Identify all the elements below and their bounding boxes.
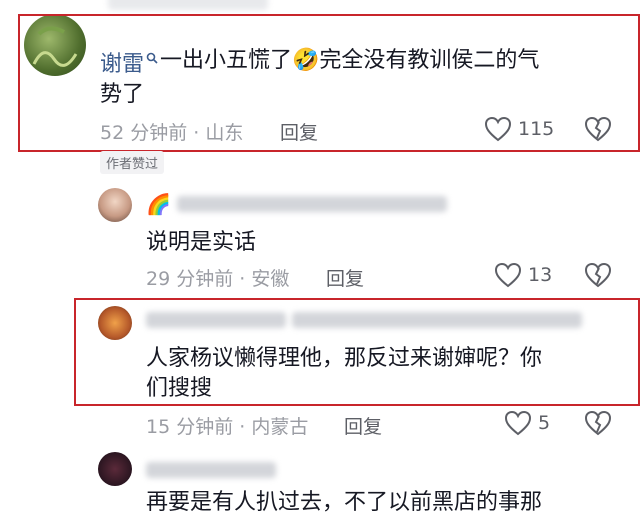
dislike-button[interactable] [584, 262, 612, 292]
like-button[interactable]: 115 [484, 116, 554, 142]
comment-text-part2: 完全没有教训侯二的气 [319, 48, 540, 73]
like-count: 115 [518, 118, 555, 140]
heart-icon [494, 262, 522, 288]
reply-time-location: 15 分钟前 · 内蒙古 [146, 416, 309, 438]
reply-username-blurred [146, 312, 286, 328]
comment-username[interactable]: 谢雷 [100, 46, 158, 78]
laughing-emoji-icon: 🤣 [292, 48, 320, 73]
reply-username[interactable] [146, 462, 276, 482]
reply-time-location: 29 分钟前 · 安徽 [146, 268, 290, 290]
reply-text: 人家杨议懒得理他，那反过来谢婶呢？你 [146, 346, 543, 371]
reply-avatar[interactable] [98, 306, 132, 340]
broken-heart-icon [584, 262, 612, 288]
reply-text: 再要是有人扒过去，不了以前黑店的事那 [146, 490, 543, 515]
like-count: 13 [528, 264, 553, 286]
reply-username-blurred [176, 196, 447, 212]
previous-comment-fragment [108, 0, 268, 10]
search-icon[interactable] [146, 52, 158, 64]
reply-text: 说明是实话 [146, 230, 257, 255]
reply-target-blurred [292, 312, 582, 328]
heart-icon [484, 116, 512, 142]
reply-username[interactable] [146, 312, 582, 328]
comment-text-part1: 一出小五慌了 [160, 48, 293, 73]
reply-username-blurred [146, 462, 276, 478]
reply-button[interactable]: 回复 [280, 118, 318, 145]
comment-time-location: 52 分钟前 · 山东 [100, 122, 244, 144]
dislike-button[interactable] [584, 410, 612, 440]
rainbow-emoji-icon: 🌈 [146, 192, 171, 216]
reply-button[interactable]: 回复 [344, 412, 382, 439]
reply-text-line2: 们搜搜 [146, 376, 213, 401]
reply-avatar[interactable] [98, 452, 132, 486]
broken-heart-icon [584, 410, 612, 436]
reply-avatar[interactable] [98, 188, 132, 222]
dislike-button[interactable] [584, 116, 612, 146]
comment-text: 一出小五慌了🤣完全没有教训侯二的气 [160, 44, 620, 78]
like-button[interactable]: 5 [504, 410, 550, 436]
heart-icon [504, 410, 532, 436]
author-liked-badge: 作者赞过 [100, 151, 165, 174]
reply-username[interactable]: 🌈 [146, 192, 447, 216]
like-count: 5 [538, 412, 551, 434]
broken-heart-icon [584, 116, 612, 142]
comment-text-line2: 势了 [100, 82, 145, 107]
like-button[interactable]: 13 [494, 262, 552, 288]
reply-button[interactable]: 回复 [326, 264, 364, 291]
username-text[interactable]: 谢雷 [100, 46, 144, 78]
